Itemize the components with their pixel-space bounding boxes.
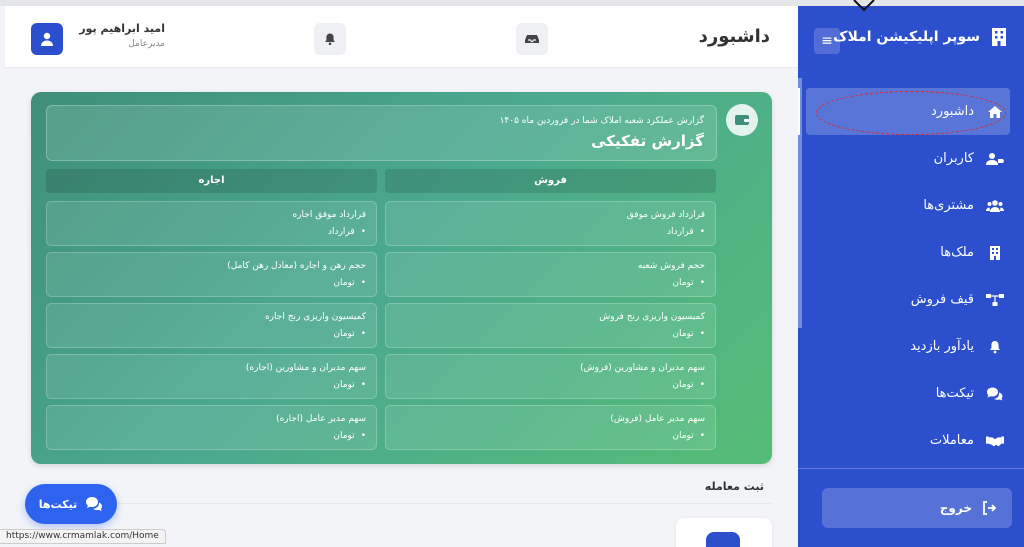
sidebar-item-sales-funnel[interactable]: قیف فروش xyxy=(798,276,1024,323)
sidebar-divider xyxy=(798,468,1024,469)
cell-title: سهم مدیران و مشاورین (اجاره) xyxy=(245,363,366,373)
cell-title: کمیسیون واریزی رنج فروش xyxy=(599,312,705,322)
cell-title: کمیسیون واریزی رنج اجاره xyxy=(264,312,366,322)
report-subtitle: گزارش عملکرد شعبه املاک شما در فروردین م… xyxy=(499,116,704,126)
cell-value: قرارداد xyxy=(328,227,366,237)
home-icon xyxy=(986,103,1004,121)
column-header-rent: اجاره xyxy=(46,169,377,193)
cell-value: تومان xyxy=(333,278,366,288)
user-role: مدیرعامل xyxy=(128,39,165,49)
rent-cell: حجم رهن و اجاره (معادل رهن کامل) تومان xyxy=(46,252,377,297)
sidebar-item-label: کاربران xyxy=(933,151,974,166)
top-header: امید ابراهیم پور مدیرعامل داشبورد xyxy=(5,6,798,68)
building-logo-icon xyxy=(988,26,1010,48)
rent-cell: کمیسیون واریزی رنج اجاره تومان xyxy=(46,303,377,348)
user-icon xyxy=(41,32,53,46)
rent-cell: سهم مدیران و مشاورین (اجاره) تومان xyxy=(46,354,377,399)
sales-cell: سهم مدیران و مشاورین (فروش) تومان xyxy=(385,354,716,399)
user-name: امید ابراهیم پور xyxy=(79,22,165,35)
section-title: ثبت معامله xyxy=(704,480,764,493)
page-title: داشبورد xyxy=(698,26,770,47)
status-bar-url: https://www.crmamlak.com/Home xyxy=(0,529,166,544)
section-divider xyxy=(30,503,772,504)
sidebar-item-label: ملک‌ها xyxy=(940,245,974,260)
bell-icon xyxy=(986,338,1004,356)
report-card: گزارش عملکرد شعبه املاک شما در فروردین م… xyxy=(31,92,772,464)
sidebar-item-label: قیف فروش xyxy=(910,292,974,307)
cell-title: قرارداد فروش موفق xyxy=(626,210,705,220)
cell-title: سهم مدیر عامل (فروش) xyxy=(610,414,705,424)
sales-cell: قرارداد فروش موفق قرارداد xyxy=(385,201,716,246)
report-header: گزارش عملکرد شعبه املاک شما در فروردین م… xyxy=(46,105,717,161)
user-tag-icon xyxy=(986,150,1004,168)
bell-icon xyxy=(325,33,335,46)
wallet-icon xyxy=(726,104,758,136)
sidebar-item-label: داشبورد xyxy=(931,104,974,119)
rent-cell: قرارداد موفق اجاره قرارداد xyxy=(46,201,377,246)
cell-value: تومان xyxy=(672,329,705,339)
sales-cell: کمیسیون واریزی رنج فروش تومان xyxy=(385,303,716,348)
tickets-fab-button[interactable]: تیکت‌ها xyxy=(25,484,117,524)
cell-title: حجم فروش شعبه xyxy=(637,261,705,271)
inbox-icon xyxy=(525,35,539,43)
deal-card[interactable] xyxy=(676,518,772,547)
comments-icon xyxy=(86,497,103,511)
cell-title: سهم مدیر عامل (اجاره) xyxy=(276,414,366,424)
rent-cell: سهم مدیر عامل (اجاره) تومان xyxy=(46,405,377,450)
cell-value: تومان xyxy=(672,431,705,441)
sales-cell: سهم مدیر عامل (فروش) تومان xyxy=(385,405,716,450)
logout-button[interactable]: خروج xyxy=(822,488,1012,528)
cell-value: تومان xyxy=(333,329,366,339)
sidebar-item-label: مشتری‌ها xyxy=(923,198,974,213)
brand: سوپر اپلیکیشن املاک xyxy=(798,6,1024,68)
cell-title: حجم رهن و اجاره (معادل رهن کامل) xyxy=(227,261,366,271)
cell-title: سهم مدیران و مشاورین (فروش) xyxy=(580,363,705,373)
report-title: گزارش تفکیکی xyxy=(591,132,704,150)
brand-title: سوپر اپلیکیشن املاک xyxy=(833,29,980,45)
cell-title: قرارداد موفق اجاره xyxy=(292,210,367,220)
cell-value: قرارداد xyxy=(667,227,705,237)
sidebar: ≡ سوپر اپلیکیشن املاک داشبورد کاربران مش… xyxy=(798,0,1024,547)
sidebar-item-tickets[interactable]: تیکت‌ها xyxy=(798,370,1024,417)
handshake-icon xyxy=(986,432,1004,450)
sidebar-item-label: معاملات xyxy=(929,433,974,448)
fab-label: تیکت‌ها xyxy=(38,497,78,511)
annotation-circle xyxy=(816,91,1006,135)
comments-icon xyxy=(986,385,1004,403)
inbox-button[interactable] xyxy=(516,23,548,55)
cell-value: تومان xyxy=(333,380,366,390)
sidebar-item-visit-reminder[interactable]: یادآور بازدید xyxy=(798,323,1024,370)
sidebar-item-users[interactable]: کاربران xyxy=(798,135,1024,182)
sidebar-item-dashboard[interactable]: داشبورد xyxy=(798,88,1010,135)
cell-value: تومان xyxy=(333,431,366,441)
users-icon xyxy=(986,197,1004,215)
sidebar-item-customers[interactable]: مشتری‌ها xyxy=(798,182,1024,229)
sidebar-item-label: تیکت‌ها xyxy=(935,386,974,401)
logout-label: خروج xyxy=(939,501,972,515)
user-avatar[interactable] xyxy=(31,23,63,55)
sign-out-icon xyxy=(983,501,996,515)
sidebar-item-properties[interactable]: ملک‌ها xyxy=(798,229,1024,276)
sales-cell: حجم فروش شعبه تومان xyxy=(385,252,716,297)
funnel-icon xyxy=(986,291,1004,309)
cell-value: تومان xyxy=(672,278,705,288)
sidebar-item-transactions[interactable]: معاملات xyxy=(798,417,1024,464)
cell-value: تومان xyxy=(672,380,705,390)
notifications-button[interactable] xyxy=(314,23,346,55)
deal-card-icon xyxy=(706,532,740,547)
sidebar-item-label: یادآور بازدید xyxy=(910,339,974,354)
sidebar-nav: داشبورد کاربران مشتری‌ها ملک‌ها قیف فروش… xyxy=(798,88,1024,464)
building-icon xyxy=(986,244,1004,262)
column-header-sales: فروش xyxy=(385,169,716,193)
